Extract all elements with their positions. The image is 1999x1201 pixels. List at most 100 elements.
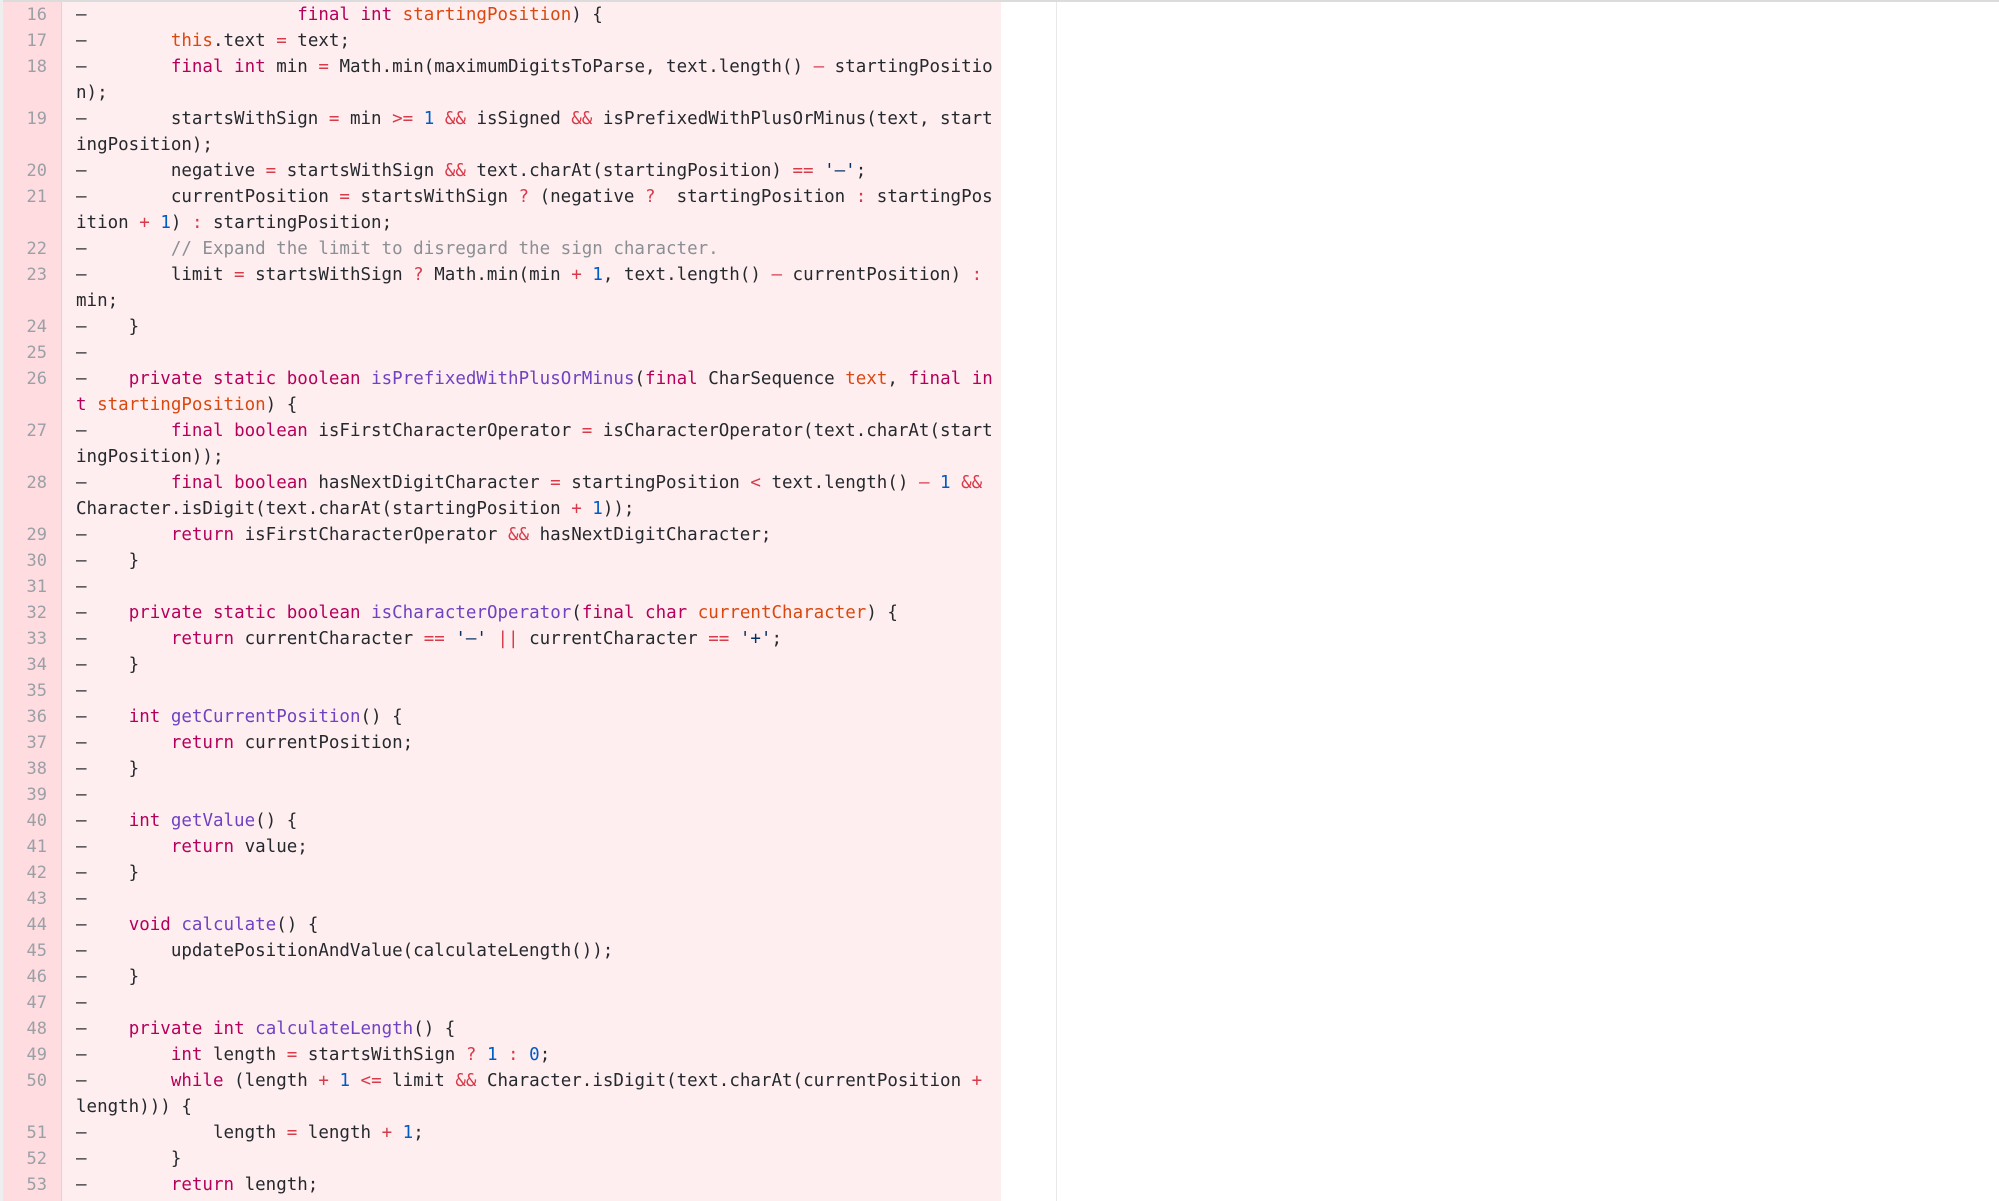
diff-line[interactable]: 43 –: [3, 886, 1001, 912]
line-number[interactable]: 30: [3, 548, 47, 574]
line-number[interactable]: 35: [3, 678, 47, 704]
line-number[interactable]: 46: [3, 964, 47, 990]
line-number[interactable]: 43: [3, 886, 47, 912]
diff-line[interactable]: 21 – currentPosition = startsWithSign ? (…: [3, 184, 1001, 236]
diff-line[interactable]: 18 – final int min = Math.min(maximumDigi…: [3, 54, 1001, 106]
line-number[interactable]: 40: [3, 808, 47, 834]
diff-line[interactable]: 40 – int getValue() {: [3, 808, 1001, 834]
line-number[interactable]: 50: [3, 1068, 47, 1094]
diff-line[interactable]: 36 – int getCurrentPosition() {: [3, 704, 1001, 730]
diff-line[interactable]: 48 – private int calculateLength() {: [3, 1016, 1001, 1042]
diff-line[interactable]: 27 – final boolean isFirstCharacterOperat…: [3, 418, 1001, 470]
line-number[interactable]: 42: [3, 860, 47, 886]
line-number[interactable]: 17: [3, 28, 47, 54]
diff-line[interactable]: 49 – int length = startsWithSign ? 1 : 0;: [3, 1042, 1001, 1068]
line-number[interactable]: 28: [3, 470, 47, 496]
diff-line[interactable]: 44 – void calculate() {: [3, 912, 1001, 938]
line-number[interactable]: 34: [3, 652, 47, 678]
diff-line[interactable]: 19 – startsWithSign = min >= 1 && isSigne…: [3, 106, 1001, 158]
diff-line[interactable]: 35 –: [3, 678, 1001, 704]
diff-line[interactable]: 45 – updatePositionAndValue(calculateLeng…: [3, 938, 1001, 964]
diff-line[interactable]: 22 – // Expand the limit to disregard the…: [3, 236, 1001, 262]
diff-line[interactable]: 50 – while (length + 1 <= limit && Charac…: [3, 1068, 1001, 1120]
diff-line[interactable]: 28 – final boolean hasNextDigitCharacter …: [3, 470, 1001, 522]
line-number[interactable]: 48: [3, 1016, 47, 1042]
code-token: &&: [961, 473, 983, 493]
diff-line[interactable]: 33 – return currentCharacter == '–' || cu…: [3, 626, 1001, 652]
code-text: – }: [76, 314, 1001, 340]
diff-line[interactable]: 29 – return isFirstCharacterOperator && h…: [3, 522, 1001, 548]
code-token: ) {: [265, 395, 298, 415]
code-token: calculateLength: [255, 1019, 414, 1039]
code-token: ||: [497, 629, 519, 649]
diff-line[interactable]: 41 – return value;: [3, 834, 1001, 860]
line-number[interactable]: 39: [3, 782, 47, 808]
line-number[interactable]: 32: [3, 600, 47, 626]
line-number[interactable]: 18: [3, 54, 47, 80]
diff-line[interactable]: 32 – private static boolean isCharacterOp…: [3, 600, 1001, 626]
line-number[interactable]: 36: [3, 704, 47, 730]
diff-line[interactable]: 30 – }: [3, 548, 1001, 574]
line-number[interactable]: 26: [3, 366, 47, 392]
diff-line[interactable]: 20 – negative = startsWithSign && text.ch…: [3, 158, 1001, 184]
line-number[interactable]: 25: [3, 340, 47, 366]
line-number[interactable]: 33: [3, 626, 47, 652]
diff-line[interactable]: 51 – length = length + 1;: [3, 1120, 1001, 1146]
code-token: length: [297, 1123, 382, 1143]
line-number[interactable]: 49: [3, 1042, 47, 1068]
code-token: private: [128, 369, 203, 389]
code-token: private: [128, 1019, 203, 1039]
line-number[interactable]: 52: [3, 1146, 47, 1172]
code-token: – }: [76, 1149, 182, 1169]
diff-line[interactable]: 38 – }: [3, 756, 1001, 782]
diff-line[interactable]: 34 – }: [3, 652, 1001, 678]
diff-line[interactable]: 26 – private static boolean isPrefixedWit…: [3, 366, 1001, 418]
diff-line[interactable]: 37 – return currentPosition;: [3, 730, 1001, 756]
line-number[interactable]: 23: [3, 262, 47, 288]
line-number[interactable]: 47: [3, 990, 47, 1016]
code-text: – limit = startsWithSign ? Math.min(min …: [76, 262, 1001, 314]
line-number[interactable]: 45: [3, 938, 47, 964]
line-number[interactable]: 27: [3, 418, 47, 444]
line-number[interactable]: 53: [3, 1172, 47, 1198]
code-token: , text.length(): [602, 265, 772, 285]
diff-line[interactable]: 39 –: [3, 782, 1001, 808]
line-number[interactable]: 20: [3, 158, 47, 184]
diff-line[interactable]: 25 –: [3, 340, 1001, 366]
line-number[interactable]: 22: [3, 236, 47, 262]
diff-line[interactable]: 46 – }: [3, 964, 1001, 990]
code-token: ?: [413, 265, 424, 285]
code-token: min: [339, 109, 393, 129]
diff-line[interactable]: 23 – limit = startsWithSign ? Math.min(mi…: [3, 262, 1001, 314]
code-token: final: [645, 369, 698, 389]
diff-line[interactable]: 16 – final int startingPosition) {: [3, 2, 1001, 28]
line-number[interactable]: 16: [3, 2, 47, 28]
diff-line[interactable]: 17 – this.text = text;: [3, 28, 1001, 54]
code-token: –: [76, 57, 171, 77]
line-number[interactable]: 41: [3, 834, 47, 860]
line-number[interactable]: 24: [3, 314, 47, 340]
code-token: isPrefixedWithPlusOrMinus: [371, 369, 635, 389]
code-text: – while (length + 1 <= limit && Characte…: [76, 1068, 1001, 1120]
line-number[interactable]: 29: [3, 522, 47, 548]
code-text: – }: [76, 548, 1001, 574]
line-number[interactable]: 38: [3, 756, 47, 782]
diff-line[interactable]: 24 – }: [3, 314, 1001, 340]
code-token: () {: [276, 915, 319, 935]
code-token: ==: [792, 161, 814, 181]
diff-line[interactable]: 52 – }: [3, 1146, 1001, 1172]
diff-line[interactable]: 42 – }: [3, 860, 1001, 886]
diff-line[interactable]: 31 –: [3, 574, 1001, 600]
diff-line[interactable]: 53 – return length;: [3, 1172, 1001, 1198]
diff-deleted-pane[interactable]: 16– final int startingPosition) {17– thi…: [3, 2, 1001, 1201]
line-number[interactable]: 51: [3, 1120, 47, 1146]
line-number[interactable]: 21: [3, 184, 47, 210]
line-number[interactable]: 19: [3, 106, 47, 132]
line-number[interactable]: 44: [3, 912, 47, 938]
code-token: Math.min(min: [423, 265, 572, 285]
line-number[interactable]: 31: [3, 574, 47, 600]
line-number[interactable]: 37: [3, 730, 47, 756]
diff-line[interactable]: 47 –: [3, 990, 1001, 1016]
